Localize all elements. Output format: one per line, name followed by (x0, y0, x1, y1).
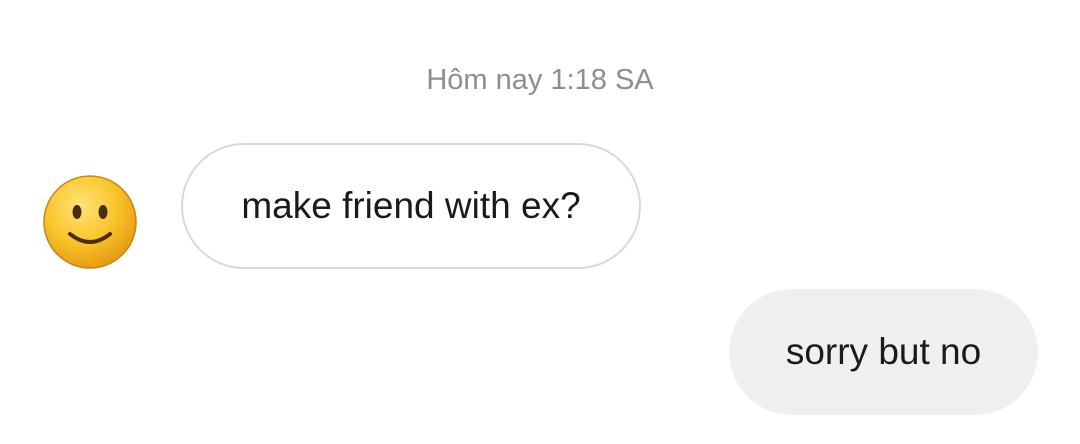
sender-avatar-smiley-icon[interactable] (42, 174, 138, 270)
outgoing-message-text: sorry but no (785, 331, 982, 372)
incoming-message-text: make friend with ex? (241, 185, 581, 226)
outgoing-message-bubble[interactable]: sorry but no (729, 289, 1038, 415)
slightly-smiling-face-icon (43, 175, 137, 269)
incoming-message-bubble[interactable]: make friend with ex? (181, 143, 641, 269)
message-timestamp: Hôm nay 1:18 SA (426, 64, 654, 96)
